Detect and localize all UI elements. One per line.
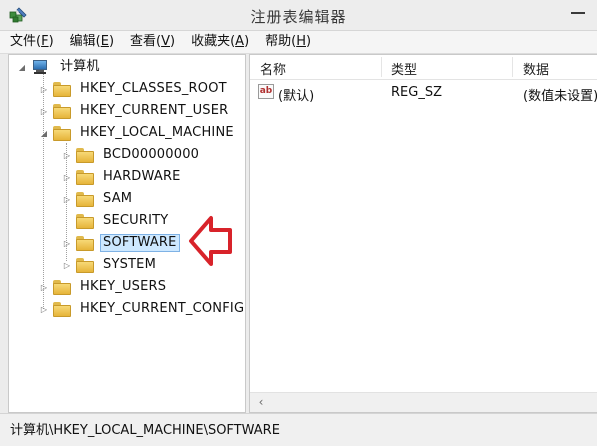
collapsed-arrow-icon[interactable]: ▷ <box>62 260 72 270</box>
folder-icon <box>53 125 71 141</box>
tree-node-label: HKEY_LOCAL_MACHINE <box>80 125 234 140</box>
tree-node-system[interactable]: ▷ SYSTEM <box>62 255 159 275</box>
column-header-type[interactable]: 类型 <box>391 59 417 78</box>
menu-edit[interactable]: 编辑(E) <box>64 32 120 52</box>
menu-favorites[interactable]: 收藏夹(A) <box>185 32 255 52</box>
menu-file[interactable]: 文件(F) <box>4 32 60 52</box>
folder-icon <box>76 147 94 163</box>
red-arrow-annotation-icon <box>189 216 232 266</box>
column-header-name[interactable]: 名称 <box>260 59 286 78</box>
collapsed-arrow-icon[interactable]: ▷ <box>62 172 72 182</box>
tree-node-label: HARDWARE <box>103 169 181 184</box>
title-bar: 注册表编辑器 <box>0 0 597 31</box>
registry-editor-window: 注册表编辑器 文件(F) 编辑(E) 查看(V) 收藏夹(A) 帮助(H) ◢ … <box>0 0 597 446</box>
folder-icon <box>76 191 94 207</box>
window-title: 注册表编辑器 <box>250 8 347 26</box>
folder-icon <box>53 81 71 97</box>
scroll-left-icon[interactable]: ‹ <box>254 395 268 409</box>
folder-icon <box>53 103 71 119</box>
tree-node-hkey-current-config[interactable]: ▷ HKEY_CURRENT_CONFIG <box>39 299 245 319</box>
folder-icon <box>53 279 71 295</box>
menu-view[interactable]: 查看(V) <box>124 32 181 52</box>
tree-node-label: SAM <box>103 191 133 206</box>
expanded-arrow-icon[interactable]: ◢ <box>39 128 49 138</box>
value-type: REG_SZ <box>391 85 442 100</box>
tree-node-label: HKEY_CURRENT_USER <box>80 103 229 118</box>
computer-icon <box>31 59 51 75</box>
column-separator[interactable] <box>381 57 382 77</box>
menu-bar: 文件(F) 编辑(E) 查看(V) 收藏夹(A) 帮助(H) <box>0 31 597 54</box>
string-value-icon: ab <box>258 84 274 99</box>
tree-node-label: SYSTEM <box>103 257 157 272</box>
tree-node-label: HKEY_USERS <box>80 279 167 294</box>
menu-help[interactable]: 帮助(H) <box>259 32 317 52</box>
list-row[interactable]: ab (默认) REG_SZ (数值未设置) <box>250 83 597 104</box>
minimize-icon[interactable] <box>571 8 585 18</box>
column-header-data[interactable]: 数据 <box>523 59 549 78</box>
tree-node-security[interactable]: SECURITY <box>62 211 171 231</box>
folder-icon <box>53 301 71 317</box>
menu-help-label: 帮助( <box>265 34 297 49</box>
folder-icon <box>76 257 94 273</box>
expanded-arrow-icon[interactable]: ◢ <box>17 62 27 72</box>
collapsed-arrow-icon[interactable]: ▷ <box>62 238 72 248</box>
menu-edit-label: 编辑( <box>69 34 101 49</box>
menu-view-tail: ) <box>170 34 176 49</box>
folder-icon <box>76 169 94 185</box>
tree-node-hkey-local-machine[interactable]: ◢ HKEY_LOCAL_MACHINE <box>39 123 237 143</box>
folder-icon <box>76 235 94 251</box>
tree-node-label: 计算机 <box>60 59 100 74</box>
tree-node-label: SECURITY <box>103 213 169 228</box>
status-bar: 计算机\HKEY_LOCAL_MACHINE\SOFTWARE <box>0 413 597 446</box>
horizontal-scrollbar[interactable]: ‹ <box>250 392 597 412</box>
collapsed-arrow-icon[interactable]: ▷ <box>39 304 49 314</box>
column-separator[interactable] <box>512 57 513 77</box>
tree-node-bcd00000000[interactable]: ▷ BCD00000000 <box>62 145 202 165</box>
tree-node-label: BCD00000000 <box>103 147 200 162</box>
tree-node-software[interactable]: ▷ SOFTWARE <box>62 233 180 253</box>
collapsed-arrow-icon[interactable]: ▷ <box>62 150 72 160</box>
tree-node-label: HKEY_CLASSES_ROOT <box>80 81 227 96</box>
collapsed-arrow-icon[interactable]: ▷ <box>39 282 49 292</box>
tree-node-sam[interactable]: ▷ SAM <box>62 189 135 209</box>
menu-edit-tail: ) <box>108 34 115 49</box>
list-header: 名称 类型 数据 <box>250 55 597 80</box>
menu-view-label: 查看( <box>130 34 162 49</box>
tree-node-hkey-users[interactable]: ▷ HKEY_USERS <box>39 277 169 297</box>
folder-icon <box>76 213 94 229</box>
menu-help-tail: ) <box>306 34 312 49</box>
value-data: (数值未设置) <box>523 89 597 104</box>
collapsed-arrow-icon[interactable]: ▷ <box>62 194 72 204</box>
tree-node-hkey-current-user[interactable]: ▷ HKEY_CURRENT_USER <box>39 101 231 121</box>
collapsed-arrow-icon[interactable]: ▷ <box>39 84 49 94</box>
menu-favorites-accel: A <box>235 34 245 49</box>
values-list[interactable]: 名称 类型 数据 ab (默认) REG_SZ (数值未设置) ‹ <box>249 54 597 413</box>
status-path: 计算机\HKEY_LOCAL_MACHINE\SOFTWARE <box>10 423 280 438</box>
menu-file-tail: ) <box>48 34 54 49</box>
value-name: (默认) <box>278 89 315 104</box>
menu-edit-accel: E <box>100 34 109 49</box>
tree-node-hardware[interactable]: ▷ HARDWARE <box>62 167 184 187</box>
menu-view-accel: V <box>161 34 170 49</box>
tree-node-computer[interactable]: ◢ 计算机 <box>17 57 103 77</box>
menu-file-label: 文件( <box>10 34 42 49</box>
tree-node-label: HKEY_CURRENT_CONFIG <box>80 301 245 316</box>
menu-favorites-tail: ) <box>244 34 250 49</box>
tree-node-label-selected: SOFTWARE <box>100 234 180 252</box>
menu-file-accel: F <box>41 34 49 49</box>
collapsed-arrow-icon[interactable]: ▷ <box>39 106 49 116</box>
menu-favorites-label: 收藏夹( <box>191 34 236 49</box>
tree-node-hkey-classes-root[interactable]: ▷ HKEY_CLASSES_ROOT <box>39 79 230 99</box>
menu-help-accel: H <box>296 34 306 49</box>
